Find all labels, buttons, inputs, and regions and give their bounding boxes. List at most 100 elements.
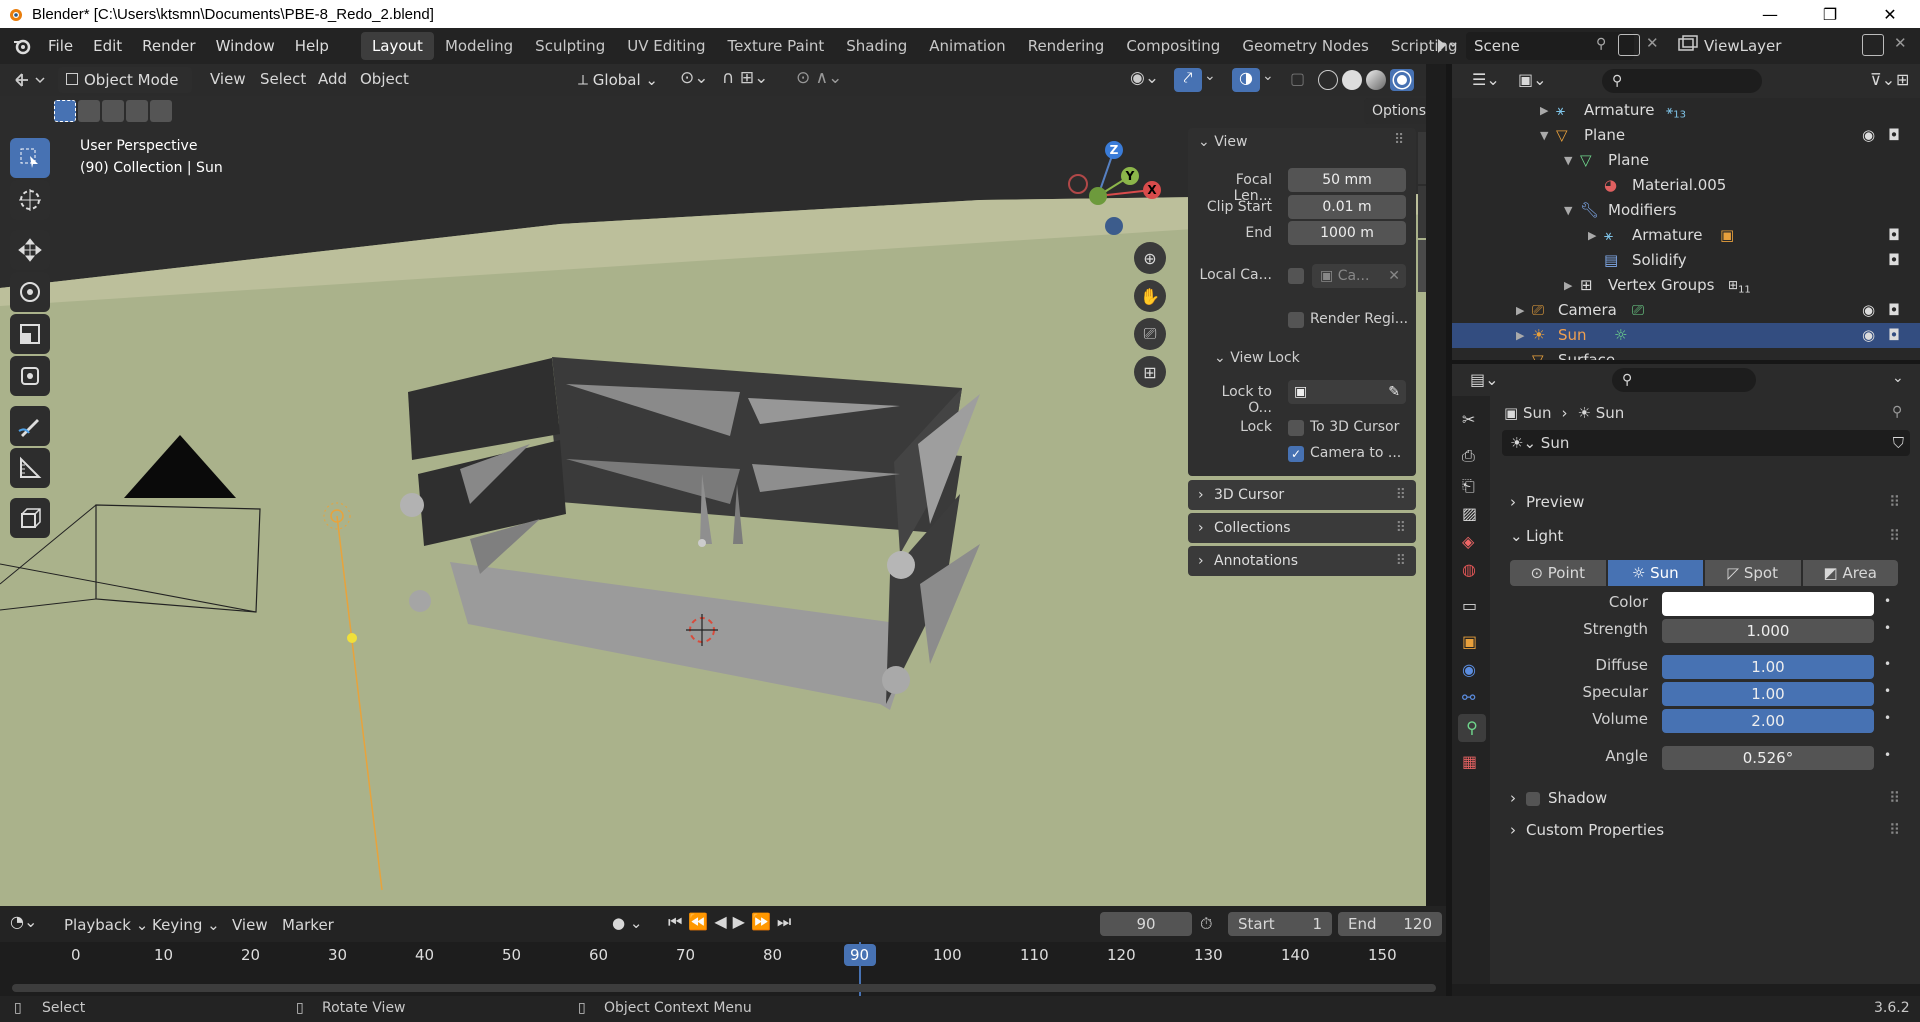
- chevron-down-icon[interactable]: ⌄: [1892, 370, 1904, 386]
- menu-window[interactable]: Window: [206, 32, 285, 60]
- outliner-row-material[interactable]: ◕ Material.005: [1452, 173, 1920, 198]
- play-icon[interactable]: ▶: [733, 912, 751, 931]
- light-type-sun-button[interactable]: ☼ Sun: [1607, 560, 1703, 586]
- tab-layout[interactable]: Layout: [360, 32, 434, 60]
- world-tab-icon[interactable]: ◍: [1462, 560, 1476, 579]
- delete-view-layer-icon[interactable]: ✕: [1894, 34, 1907, 52]
- jump-start-icon[interactable]: ⏮: [668, 912, 688, 931]
- tab-uv-editing[interactable]: UV Editing: [616, 32, 716, 60]
- specular-slider[interactable]: 1.00: [1662, 682, 1874, 706]
- record-icon[interactable]: ● ⌄: [612, 914, 642, 932]
- camera-render-icon[interactable]: ◘: [1888, 248, 1900, 273]
- menu-render[interactable]: Render: [132, 32, 205, 60]
- tab-view[interactable]: View: [1418, 240, 1426, 292]
- select-invert-icon[interactable]: [126, 100, 148, 122]
- drag-handle-icon[interactable]: ⠿: [1396, 513, 1406, 543]
- keyframe-dot-icon[interactable]: •: [1884, 657, 1891, 671]
- menu-help[interactable]: Help: [285, 32, 339, 60]
- eye-icon[interactable]: ◉: [1862, 298, 1875, 323]
- camera-render-icon[interactable]: ◘: [1888, 298, 1900, 323]
- render-region-checkbox[interactable]: [1288, 312, 1304, 328]
- diffuse-slider[interactable]: 1.00: [1662, 655, 1874, 679]
- view-layer-icon[interactable]: [1676, 34, 1704, 56]
- constraints-tab-icon[interactable]: ⚯: [1462, 688, 1475, 707]
- tool-tab-icon[interactable]: ✂: [1462, 410, 1475, 429]
- pin-icon[interactable]: ⚲: [1892, 404, 1902, 420]
- scene-tab-icon[interactable]: ◈: [1462, 532, 1474, 551]
- properties-search-input[interactable]: ⚲: [1612, 368, 1756, 392]
- drag-handle-icon[interactable]: ⠿: [1889, 521, 1900, 551]
- outliner-row-armature[interactable]: ▶ ⚹ Armature ⚹13: [1452, 98, 1920, 123]
- move-tool[interactable]: [10, 230, 50, 270]
- viewport-menu-add[interactable]: Add: [318, 70, 347, 88]
- collections-panel-header[interactable]: › Collections ⠿: [1188, 513, 1416, 543]
- timeline-menu-playback[interactable]: Playback ⌄: [64, 916, 148, 934]
- camera-render-icon[interactable]: ◘: [1888, 223, 1900, 248]
- light-type-spot-button[interactable]: ◸ Spot: [1705, 560, 1801, 586]
- strength-field[interactable]: 1.000: [1662, 619, 1874, 643]
- render-tab-icon[interactable]: ⎙: [1462, 446, 1475, 466]
- drag-handle-icon[interactable]: ⠿: [1889, 487, 1900, 517]
- expand-icon[interactable]: ▶: [1516, 323, 1524, 348]
- texture-tab-icon[interactable]: ▦: [1462, 752, 1477, 771]
- expand-icon[interactable]: ▶: [1564, 273, 1572, 298]
- tab-item[interactable]: Item: [1418, 132, 1426, 184]
- timeline-menu-keying[interactable]: Keying ⌄: [152, 916, 220, 934]
- pivot-point-icon[interactable]: ⊙⌄: [680, 68, 709, 88]
- color-swatch[interactable]: [1662, 592, 1874, 616]
- pan-hand-icon[interactable]: ✋: [1134, 280, 1166, 312]
- new-scene-icon[interactable]: [1618, 34, 1640, 56]
- camera-render-icon[interactable]: ◘: [1888, 323, 1900, 348]
- proportional-edit-icon[interactable]: ⊙ ∧⌄: [796, 68, 842, 88]
- cursor-tool[interactable]: [10, 180, 50, 220]
- collapse-icon[interactable]: ▼: [1564, 148, 1572, 173]
- tab-shading[interactable]: Shading: [835, 32, 918, 60]
- select-extend-icon[interactable]: [78, 100, 100, 122]
- keyframe-dot-icon[interactable]: •: [1884, 748, 1891, 762]
- tab-geometry-nodes[interactable]: Geometry Nodes: [1231, 32, 1380, 60]
- outliner-row-modifiers[interactable]: ▼ 🔧︎ Modifiers: [1452, 198, 1920, 223]
- collapse-icon[interactable]: ▼: [1540, 123, 1548, 148]
- drag-handle-icon[interactable]: ⠿: [1396, 546, 1406, 576]
- chevron-down-icon[interactable]: ⌄: [1262, 68, 1274, 84]
- clear-icon[interactable]: ✕: [1388, 264, 1400, 288]
- viewport-menu-view[interactable]: View: [210, 70, 246, 88]
- solid-shading-icon[interactable]: [1342, 70, 1362, 90]
- select-new-icon[interactable]: [54, 100, 76, 122]
- tab-tool[interactable]: Tool: [1418, 186, 1426, 238]
- chevron-down-icon[interactable]: ⌄: [1424, 68, 1426, 84]
- transform-tool[interactable]: [10, 356, 50, 396]
- drag-handle-icon[interactable]: ⠿: [1394, 132, 1404, 148]
- jump-end-icon[interactable]: ⏭: [777, 912, 797, 931]
- viewport-menu-select[interactable]: Select: [260, 70, 306, 88]
- outliner-row-armature-modifier[interactable]: ▶ ⚹ Armature ▣ ◘: [1452, 223, 1920, 248]
- maximize-button[interactable]: ❐: [1800, 0, 1860, 28]
- keyframe-dot-icon[interactable]: •: [1884, 621, 1891, 635]
- timeline-menu-view[interactable]: View: [232, 916, 268, 934]
- chevron-down-icon[interactable]: ⌄: [1204, 68, 1216, 84]
- timeline-menu-marker[interactable]: Marker: [282, 916, 334, 934]
- outliner-row-solidify[interactable]: ▤ Solidify ◘: [1452, 248, 1920, 273]
- focal-length-field[interactable]: 50 mm: [1288, 168, 1406, 192]
- to-3d-cursor-checkbox[interactable]: [1288, 420, 1304, 436]
- light-panel-header[interactable]: ⌄ Light ⠿: [1502, 521, 1908, 551]
- outliner-row-surface[interactable]: ▽ Surface: [1452, 348, 1920, 360]
- transform-orientation-dropdown[interactable]: ⟂ Global ⌄: [570, 67, 670, 93]
- pin-icon[interactable]: ⚲: [1596, 36, 1606, 52]
- close-button[interactable]: ✕: [1860, 0, 1920, 28]
- end-frame-field[interactable]: End 120: [1338, 912, 1442, 936]
- scene-field[interactable]: Scene: [1466, 32, 1634, 60]
- shadow-panel-header[interactable]: › Shadow ⠿: [1502, 783, 1908, 813]
- scale-tool[interactable]: [10, 314, 50, 354]
- tab-rendering[interactable]: Rendering: [1017, 32, 1116, 60]
- expand-icon[interactable]: ▶: [1588, 223, 1596, 248]
- object-tab-icon[interactable]: ▣: [1462, 632, 1477, 651]
- clip-start-field[interactable]: 0.01 m: [1288, 195, 1406, 219]
- filter-icon[interactable]: ⊽⌄: [1870, 70, 1895, 89]
- timeline-editor-icon[interactable]: ◔⌄: [10, 912, 37, 931]
- navigation-gizmo[interactable]: Z Y X: [1060, 140, 1170, 250]
- tab-texture-paint[interactable]: Texture Paint: [716, 32, 835, 60]
- collapse-icon[interactable]: ▼: [1564, 198, 1572, 223]
- snap-icon[interactable]: ∩ ⊞⌄: [722, 68, 768, 88]
- timeline-scrollbar[interactable]: [12, 984, 1436, 992]
